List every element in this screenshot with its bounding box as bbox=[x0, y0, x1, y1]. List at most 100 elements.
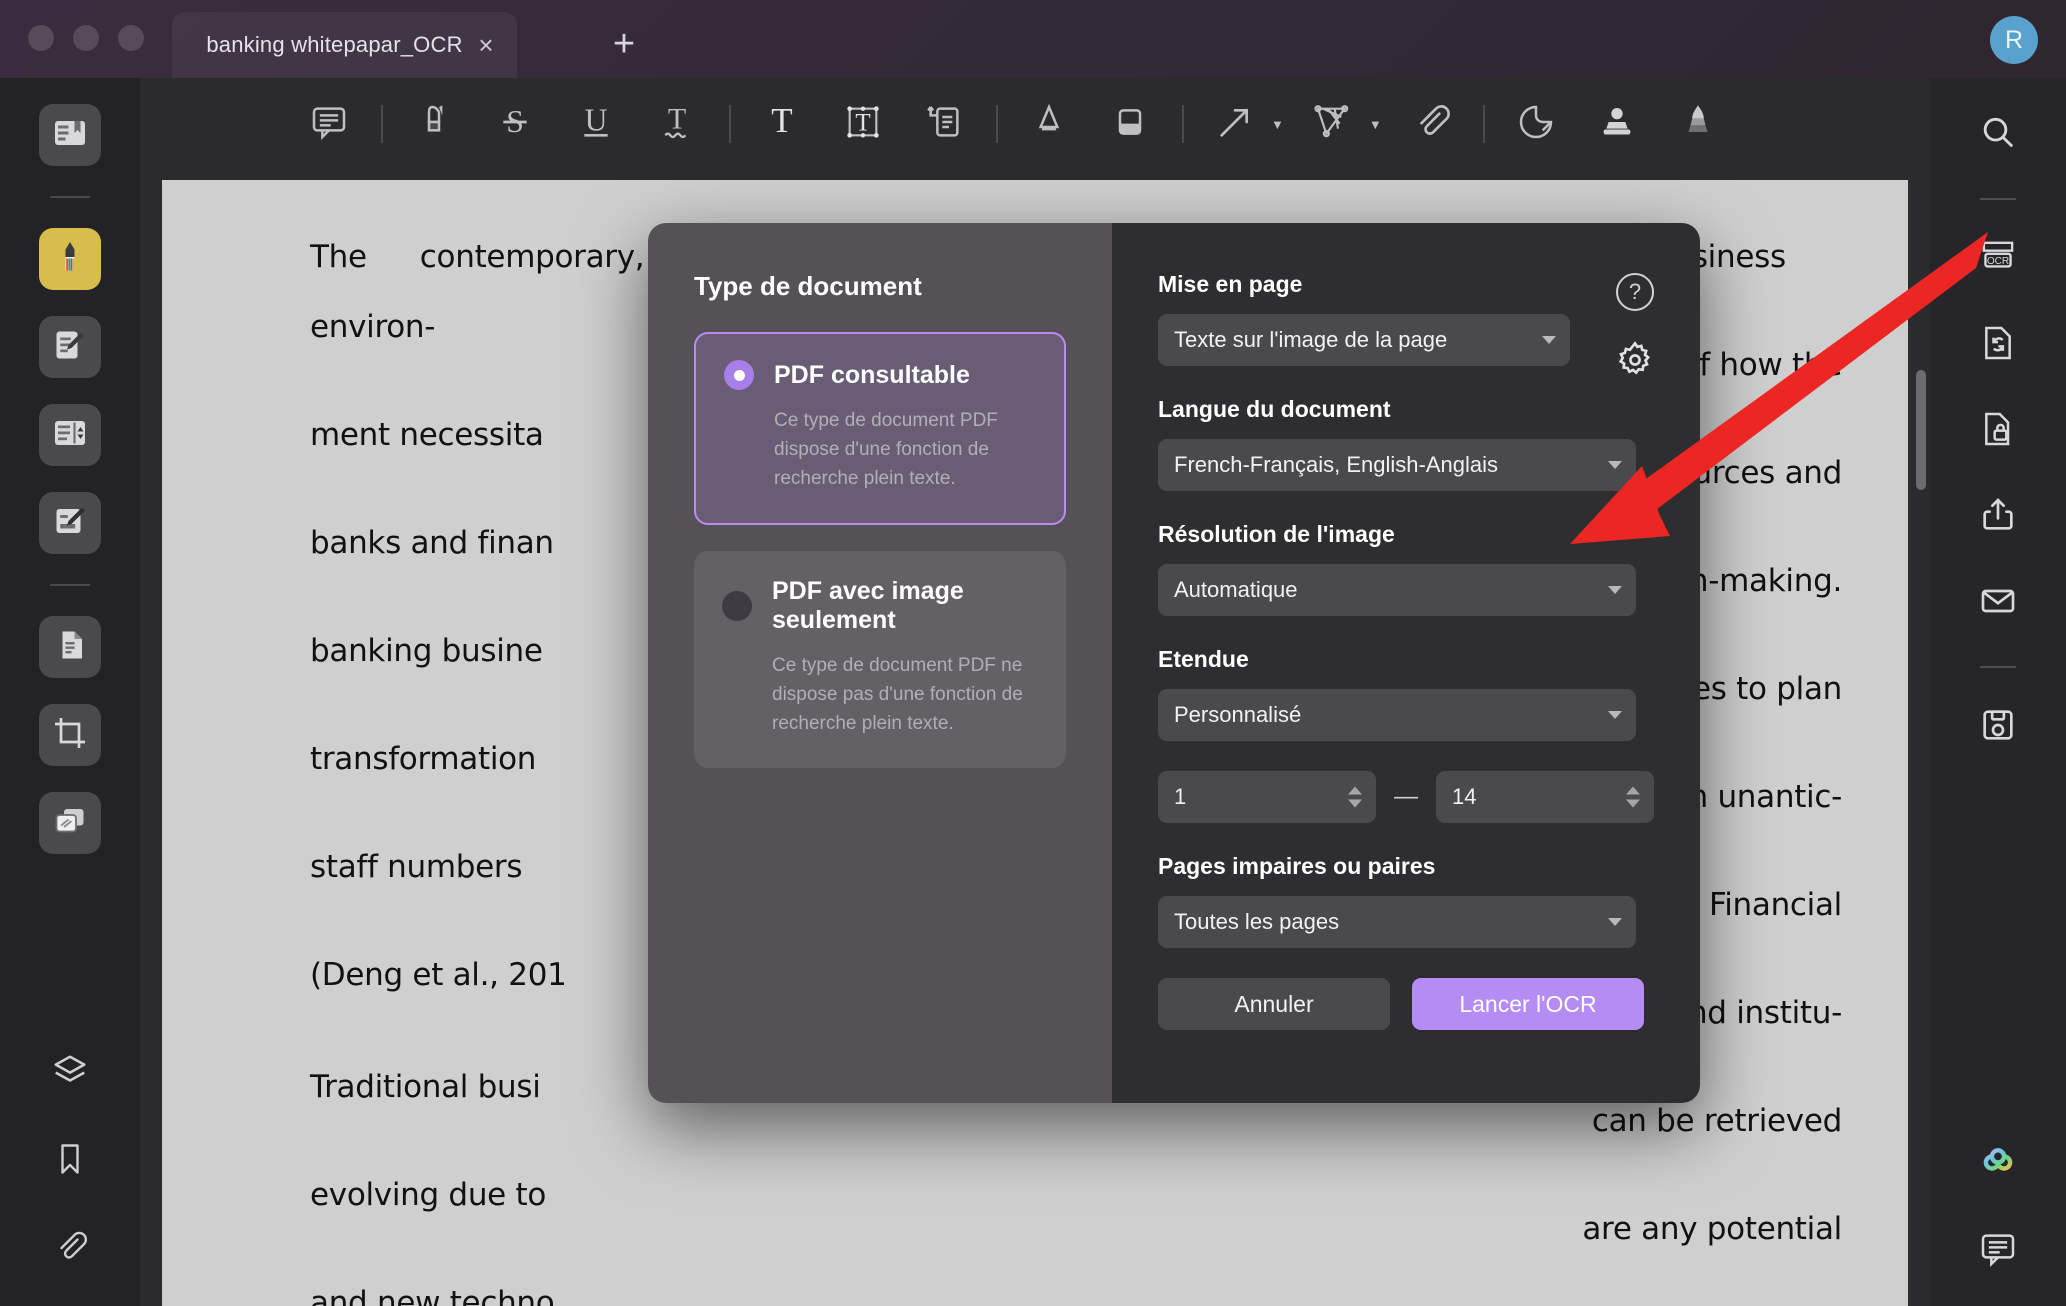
text-tool-button[interactable]: T bbox=[753, 95, 811, 153]
doc-line: The contemporary, dynamic technology env… bbox=[310, 239, 1050, 345]
annotate-icon bbox=[52, 327, 88, 368]
toolbar-divider-5 bbox=[1482, 105, 1485, 143]
close-window-button[interactable] bbox=[28, 25, 54, 51]
doc-line: decision-making. bbox=[1582, 563, 1842, 599]
doc-line: banks and finan bbox=[310, 525, 554, 561]
highlighter-tool-button[interactable] bbox=[405, 95, 463, 153]
toolbar-divider-1 bbox=[381, 105, 383, 143]
highlighter-icon bbox=[414, 102, 454, 147]
svg-text:U: U bbox=[585, 102, 608, 137]
doc-line: ment necessita bbox=[310, 417, 544, 453]
note-icon bbox=[309, 102, 349, 147]
sidebar-item-bookmarks[interactable] bbox=[39, 1130, 101, 1192]
stamp-icon bbox=[1597, 102, 1637, 147]
document-right-column: Financial records are crucial for any bu… bbox=[1102, 222, 1842, 1306]
measure-icon bbox=[1313, 102, 1353, 147]
protect-icon bbox=[1978, 409, 2018, 454]
doc-line: Traditional busi bbox=[310, 1069, 541, 1105]
close-tab-icon[interactable]: × bbox=[463, 22, 509, 68]
annotation-toolbar: S U T T T ▼ ▼ bbox=[140, 78, 1930, 170]
right-sidebar-divider bbox=[1980, 198, 2016, 200]
minimize-window-button[interactable] bbox=[73, 25, 99, 51]
doc-line: time, and institu- bbox=[1581, 995, 1842, 1031]
crop-icon bbox=[52, 715, 88, 756]
title-bar: banking whitepapar_OCR × + R bbox=[0, 0, 2066, 78]
search-icon bbox=[1978, 113, 2018, 158]
sidebar-item-search[interactable] bbox=[1967, 104, 2029, 166]
sidebar-item-reader-view[interactable] bbox=[39, 104, 101, 166]
sidebar-item-annotate[interactable] bbox=[39, 316, 101, 378]
pen-tool-button[interactable] bbox=[1020, 95, 1078, 153]
arrow-shape-icon bbox=[1215, 102, 1255, 147]
app-window: banking whitepapar_OCR × + R S U T T T ▼… bbox=[0, 0, 2066, 1306]
callout-icon bbox=[924, 102, 964, 147]
stamp-tool-button[interactable] bbox=[1588, 95, 1646, 153]
sidebar-item-ocr[interactable]: OCR bbox=[1967, 228, 2029, 290]
page-edit-icon bbox=[52, 415, 88, 456]
document-viewport[interactable]: The contemporary, dynamic technology env… bbox=[140, 170, 1930, 1306]
doc-line: Financial records are crucial for any bu… bbox=[1102, 239, 1786, 275]
doc-line: can be retrieved bbox=[1591, 1103, 1842, 1139]
svg-text:T: T bbox=[668, 102, 686, 135]
sidebar-item-compare[interactable] bbox=[39, 792, 101, 854]
sidebar-item-ai[interactable] bbox=[1967, 1134, 2029, 1196]
window-controls[interactable] bbox=[28, 25, 144, 51]
signature-tool-button[interactable] bbox=[1669, 95, 1727, 153]
sidebar-item-share[interactable] bbox=[1967, 486, 2029, 548]
sidebar-item-mail[interactable] bbox=[1967, 572, 2029, 634]
mail-icon bbox=[1978, 581, 2018, 626]
sticker-icon bbox=[1516, 102, 1556, 147]
text-box-tool-button[interactable]: T bbox=[834, 95, 892, 153]
sidebar-item-highlight[interactable] bbox=[39, 228, 101, 290]
sidebar-item-organize-pages[interactable] bbox=[39, 616, 101, 678]
new-tab-button[interactable]: + bbox=[600, 20, 648, 68]
doc-line: (Deng et al., 201 bbox=[310, 957, 567, 993]
doc-line: evolving due to bbox=[310, 1177, 547, 1213]
text-icon: T bbox=[762, 101, 802, 147]
sidebar-item-convert[interactable] bbox=[1967, 314, 2029, 376]
maximize-window-button[interactable] bbox=[118, 25, 144, 51]
sidebar-item-layers[interactable] bbox=[39, 1042, 101, 1104]
sidebar-item-save[interactable] bbox=[1967, 696, 2029, 758]
sidebar-item-edit-form[interactable] bbox=[39, 492, 101, 554]
organize-pages-icon bbox=[52, 627, 88, 668]
sticker-tool-button[interactable] bbox=[1507, 95, 1565, 153]
document-tab[interactable]: banking whitepapar_OCR × bbox=[172, 12, 517, 78]
doc-line: transformation bbox=[310, 741, 537, 777]
eraser-icon bbox=[1110, 102, 1150, 147]
squiggly-underline-tool-button[interactable]: T bbox=[648, 95, 706, 153]
left-sidebar bbox=[0, 78, 140, 1306]
paperclip-icon bbox=[1411, 102, 1451, 147]
doc-line: individuals can bbox=[1102, 1302, 1842, 1306]
underline-tool-button[interactable]: U bbox=[567, 95, 625, 153]
sidebar-item-comments[interactable] bbox=[1967, 1220, 2029, 1282]
measure-tool-button[interactable] bbox=[1304, 95, 1362, 153]
sidebar-item-crop[interactable] bbox=[39, 704, 101, 766]
pdf-page: The contemporary, dynamic technology env… bbox=[162, 180, 1908, 1306]
doc-line: 2021). Financial bbox=[1600, 887, 1842, 923]
callout-tool-button[interactable] bbox=[915, 95, 973, 153]
sidebar-divider bbox=[50, 196, 90, 198]
sidebar-item-attachments[interactable] bbox=[39, 1218, 101, 1280]
arrow-shape-chevron-down-icon[interactable]: ▼ bbox=[1271, 117, 1284, 132]
signature-icon bbox=[1678, 102, 1718, 147]
doc-line: ture of how the bbox=[1609, 347, 1842, 383]
svg-text:T: T bbox=[771, 102, 792, 140]
avatar[interactable]: R bbox=[1990, 16, 2038, 64]
measure-chevron-down-icon[interactable]: ▼ bbox=[1369, 117, 1382, 132]
sidebar-item-edit-pages[interactable] bbox=[39, 404, 101, 466]
eraser-tool-button[interactable] bbox=[1101, 95, 1159, 153]
sidebar-divider-2 bbox=[50, 584, 90, 586]
note-tool-button[interactable] bbox=[300, 95, 358, 153]
doc-line: and new techno bbox=[310, 1285, 555, 1306]
toolbar-divider-4 bbox=[1182, 105, 1184, 143]
strikethrough-tool-button[interactable]: S bbox=[486, 95, 544, 153]
doc-line: em from unantic- bbox=[1578, 779, 1843, 815]
vertical-scrollbar[interactable] bbox=[1916, 370, 1926, 490]
document-left-column: The contemporary, dynamic technology env… bbox=[310, 222, 1050, 1306]
sidebar-item-protect[interactable] bbox=[1967, 400, 2029, 462]
shape-arrow-tool-button[interactable] bbox=[1206, 95, 1264, 153]
doc-line: staff numbers bbox=[310, 849, 523, 885]
doc-line: resources and bbox=[1627, 455, 1842, 491]
attach-tool-button[interactable] bbox=[1402, 95, 1460, 153]
